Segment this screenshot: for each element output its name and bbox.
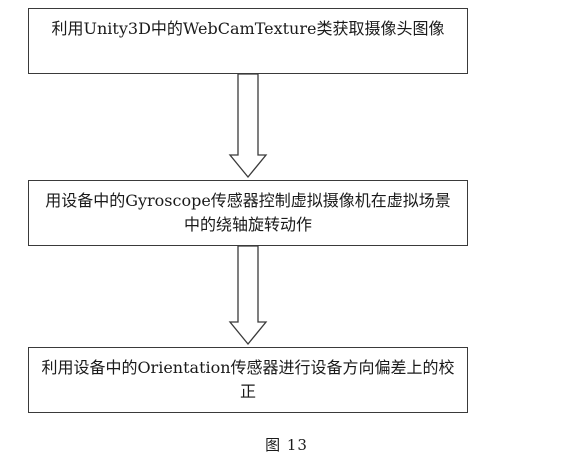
arrow-down-1 <box>228 73 268 179</box>
flow-step-3: 利用设备中的Orientation传感器进行设备方向偏差上的校正 <box>28 347 468 413</box>
flow-step-2: 用设备中的Gyroscope传感器控制虚拟摄像机在虚拟场景中的绕轴旋转动作 <box>28 180 468 246</box>
flow-step-2-text: 用设备中的Gyroscope传感器控制虚拟摄像机在虚拟场景中的绕轴旋转动作 <box>45 191 451 234</box>
flow-step-1-text: 利用Unity3D中的WebCamTexture类获取摄像头图像 <box>51 19 445 38</box>
flow-step-1: 利用Unity3D中的WebCamTexture类获取摄像头图像 <box>28 8 468 74</box>
flow-step-3-text: 利用设备中的Orientation传感器进行设备方向偏差上的校正 <box>41 358 455 401</box>
arrow-down-2 <box>228 245 268 346</box>
figure-caption: 图 13 <box>265 436 308 454</box>
